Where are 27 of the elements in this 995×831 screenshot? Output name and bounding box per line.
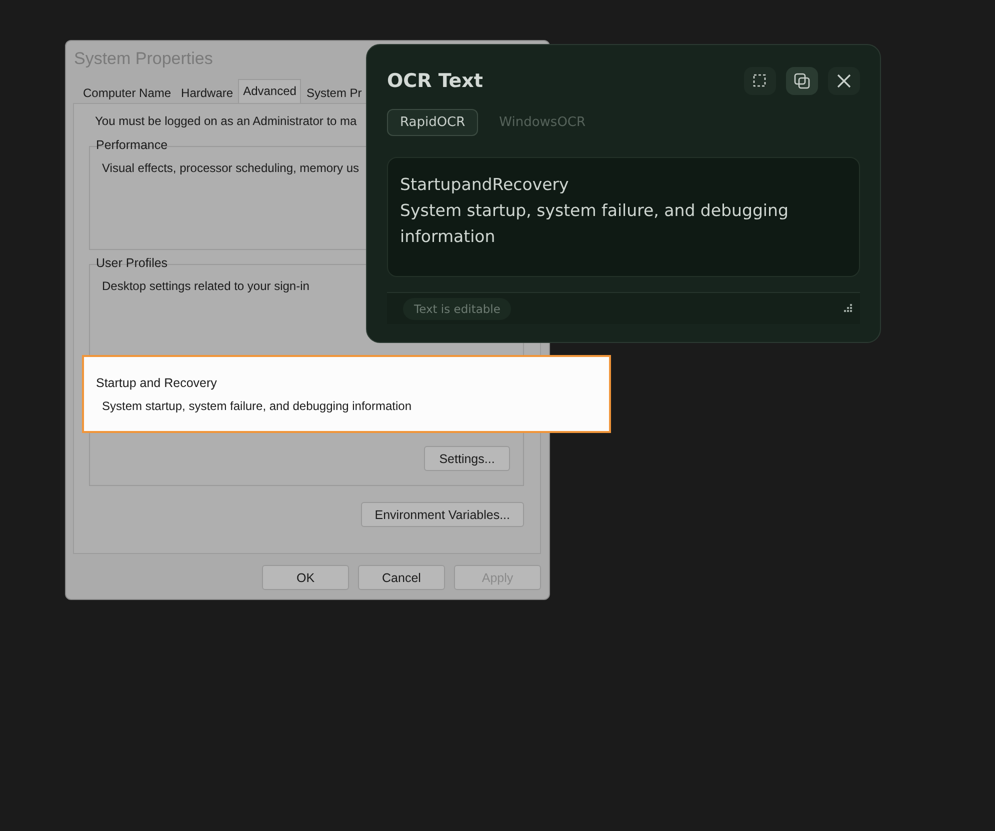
dialog-button[interactable]: OK — [262, 565, 349, 590]
dialog-button[interactable]: Cancel — [358, 565, 445, 590]
region-select-button[interactable] — [744, 67, 776, 95]
environment-variables-button[interactable]: Environment Variables... — [360, 502, 524, 527]
status-pill: Text is editable — [403, 298, 512, 320]
group-description: Visual effects, processor scheduling, memory us — [102, 161, 360, 175]
close-button[interactable] — [828, 67, 860, 95]
tab[interactable]: Hardware — [176, 82, 238, 103]
group-title: User Profiles — [95, 256, 169, 270]
group-title: Performance — [95, 138, 169, 152]
tab[interactable]: Computer Name — [78, 82, 176, 103]
copy-button[interactable] — [786, 67, 818, 95]
tab[interactable]: Advanced — [238, 79, 302, 103]
dashed-square-icon — [753, 74, 767, 88]
settings-button[interactable]: Settings... — [424, 446, 510, 471]
panel-title: OCR Text — [387, 70, 484, 92]
engine-tab[interactable]: RapidOCR — [387, 109, 478, 136]
group-description: System startup, system failure, and debugging information — [102, 399, 412, 413]
close-icon — [837, 74, 851, 88]
ocr-text-line: StartupandRecovery — [400, 174, 570, 196]
group-description: Desktop settings related to your sign-in — [102, 279, 310, 293]
tab[interactable]: System Pr — [301, 82, 367, 103]
copy-icon — [794, 73, 810, 89]
resize-grip-icon[interactable] — [843, 304, 852, 314]
ocr-text-area[interactable]: StartupandRecovery System startup, system failure, and debugging information — [387, 157, 860, 278]
notice-text: You must be logged on as an Administrator to ma — [95, 114, 357, 128]
ocr-text-line: System startup, system failure, and debugging information — [400, 200, 790, 248]
